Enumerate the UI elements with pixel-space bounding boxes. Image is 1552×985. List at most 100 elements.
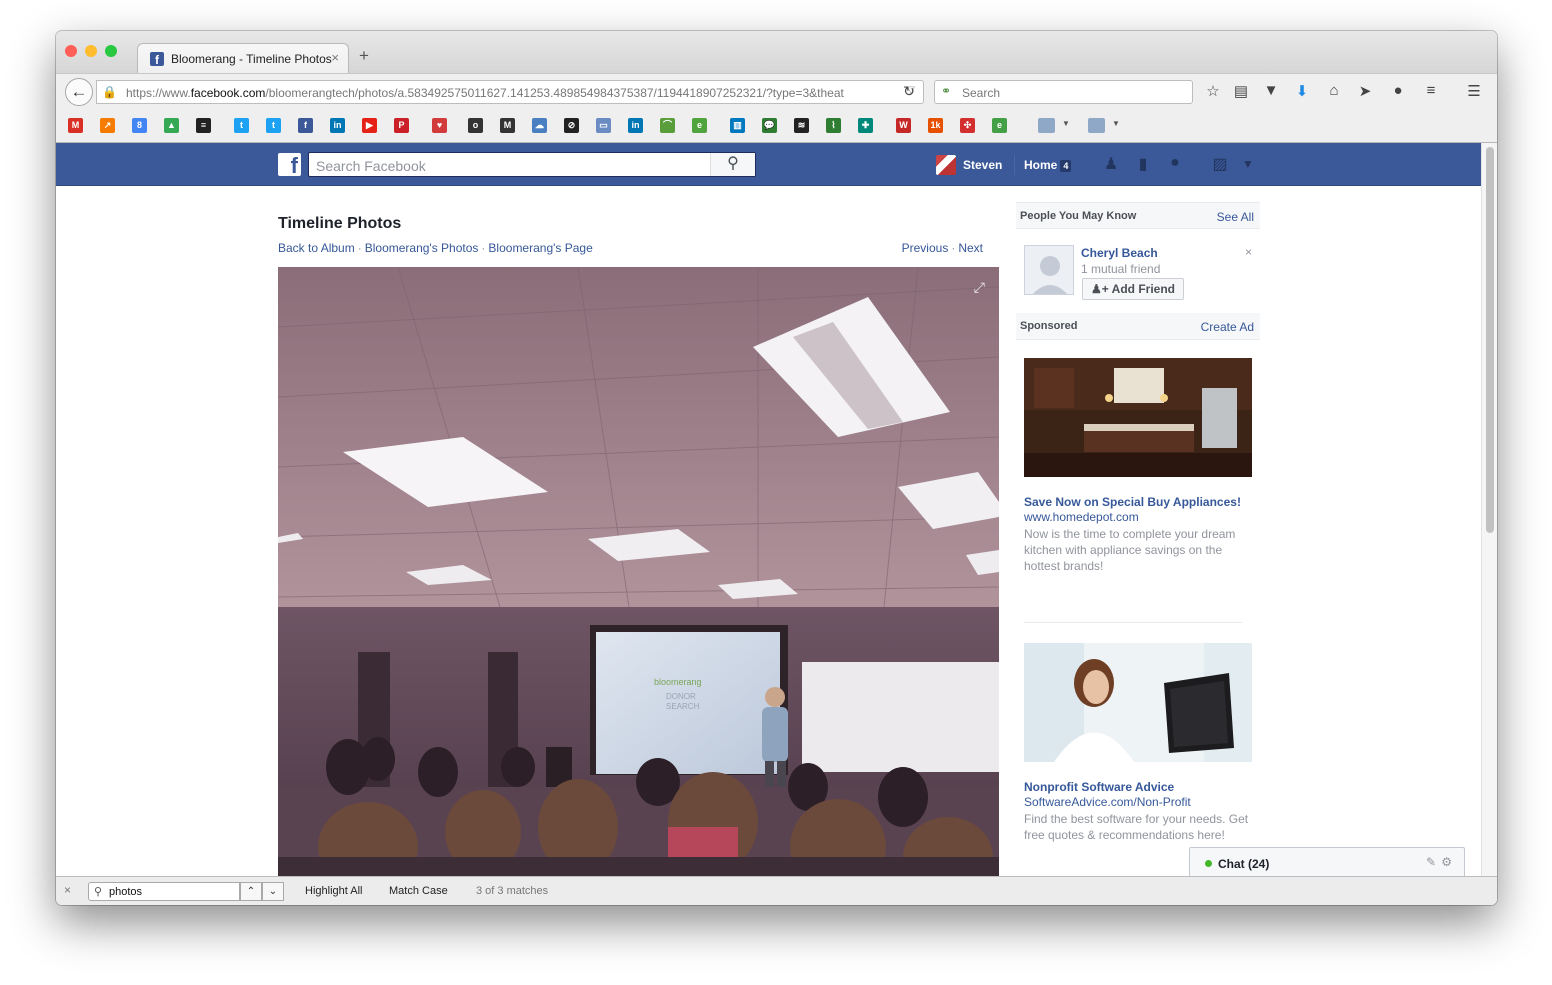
twitter-icon[interactable]: t — [234, 118, 249, 133]
gear-icon[interactable]: ⚙ — [1441, 855, 1452, 869]
dismiss-suggestion-icon[interactable]: × — [1245, 245, 1252, 259]
pocket-icon[interactable]: ▼ — [1260, 82, 1282, 99]
evernote-icon[interactable]: e — [692, 118, 707, 133]
suggested-person: Cheryl Beach 1 mutual friend × ♟+ Add Fr… — [1024, 245, 1258, 301]
youtube-icon[interactable]: ▶ — [362, 118, 377, 133]
find-next-button[interactable]: ⌄ — [262, 882, 284, 901]
reader-list-icon[interactable]: ▤ — [1230, 82, 1252, 100]
window-icon[interactable]: ▭ — [596, 118, 611, 133]
photos-link[interactable]: Bloomerang's Photos — [365, 241, 479, 255]
linkedin-icon[interactable]: in — [628, 118, 643, 133]
chart-icon[interactable]: ↗ — [100, 118, 115, 133]
bookmark-star-icon[interactable]: ☆ — [1202, 82, 1224, 100]
w-icon[interactable]: W — [896, 118, 911, 133]
minimize-window-button[interactable] — [85, 45, 97, 57]
page-scrollbar[interactable] — [1481, 143, 1497, 876]
privacy-shortcuts-icon[interactable]: ▨ — [1208, 154, 1232, 176]
tool-icon[interactable]: ✚ — [858, 118, 873, 133]
person-name[interactable]: Cheryl Beach — [1081, 246, 1158, 260]
trello-icon[interactable]: ▥ — [730, 118, 745, 133]
facebook-search-input[interactable]: Search Facebook ⚲ — [308, 152, 756, 177]
cloud-icon[interactable]: ☁ — [532, 118, 547, 133]
back-to-album-link[interactable]: Back to Album — [278, 241, 355, 255]
add-friend-button[interactable]: ♟+ Add Friend — [1082, 278, 1184, 300]
highlight-all-button[interactable]: Highlight All — [305, 885, 362, 897]
new-message-icon[interactable]: ✎ — [1426, 855, 1436, 869]
folder-icon[interactable] — [1038, 118, 1055, 133]
facebook-icon[interactable]: f — [298, 118, 313, 133]
puzzle-icon[interactable]: ✣ — [960, 118, 975, 133]
notifications-globe-icon[interactable]: ● — [1163, 154, 1187, 176]
pinterest-icon[interactable]: P — [394, 118, 409, 133]
folder-icon[interactable] — [1088, 118, 1105, 133]
home-link[interactable]: Home 4 — [1014, 155, 1072, 175]
match-case-button[interactable]: Match Case — [389, 885, 448, 897]
woman-at-computer-photo — [1024, 643, 1252, 762]
account-menu-chevron-icon[interactable]: ▼ — [1236, 157, 1260, 179]
profile-picture-placeholder[interactable] — [1024, 245, 1074, 295]
back-button[interactable]: ← — [65, 78, 93, 106]
url-bar[interactable]: 🔒 https://www.facebook.com/bloomerangtec… — [96, 80, 924, 104]
fullscreen-expand-icon[interactable]: ⤢ — [974, 279, 985, 296]
hamburger-menu-icon[interactable]: ☰ — [1463, 82, 1485, 100]
lock-icon: 🔒 — [102, 85, 117, 99]
ad-site[interactable]: www.homedepot.com — [1024, 510, 1139, 524]
calendar-icon[interactable]: 8 — [132, 118, 147, 133]
buffer-icon[interactable]: ≡ — [1420, 82, 1442, 99]
close-find-bar-icon[interactable]: × — [64, 883, 71, 897]
see-all-link[interactable]: See All — [1217, 210, 1254, 224]
hootsuite-icon[interactable]: o — [468, 118, 483, 133]
home-icon[interactable]: ⌂ — [1323, 82, 1345, 99]
heart-icon[interactable]: ♥ — [432, 118, 447, 133]
reload-button[interactable]: ↻ — [896, 79, 922, 103]
facebook-header: f Search Facebook ⚲ Steven Home 4 ♟ ▮ ● ▨… — [56, 143, 1481, 186]
analytics-icon[interactable]: ⌒ — [660, 118, 675, 133]
find-input[interactable]: ⚲ photos — [88, 882, 240, 901]
close-window-button[interactable] — [65, 45, 77, 57]
search-icon[interactable]: ⚲ — [710, 153, 755, 176]
timeline-photo[interactable]: bloomerang DONOR SEARCH ⤢ — [278, 267, 999, 876]
linkedin-icon[interactable]: in — [330, 118, 345, 133]
download-icon[interactable]: ⬇ — [1291, 82, 1313, 100]
browser-search-input[interactable]: ⚭ Search — [934, 80, 1193, 104]
mutual-friends[interactable]: 1 mutual friend — [1081, 262, 1160, 276]
kplus-icon[interactable]: 1k — [928, 118, 943, 133]
buffer-icon[interactable]: ≡ — [196, 118, 211, 133]
ad-image-woman-computer[interactable] — [1024, 643, 1252, 762]
gmail-icon[interactable]: M — [68, 118, 83, 133]
ad-image-kitchen[interactable] — [1024, 358, 1252, 477]
create-ad-link[interactable]: Create Ad — [1201, 320, 1254, 334]
next-link[interactable]: Next — [958, 241, 983, 255]
chat-bubble-icon[interactable]: 💬 — [762, 118, 777, 133]
mail-icon[interactable]: M — [500, 118, 515, 133]
leaf-icon[interactable]: ⌇ — [826, 118, 841, 133]
ad-site[interactable]: SoftwareAdvice.com/Non-Profit — [1024, 795, 1191, 809]
messages-icon[interactable]: ▮ — [1131, 154, 1155, 176]
chat-icon[interactable]: ● — [1387, 82, 1409, 99]
drive-icon[interactable]: ▲ — [164, 118, 179, 133]
ad-headline[interactable]: Save Now on Special Buy Appliances! — [1024, 495, 1241, 509]
chevron-down-icon[interactable]: ▼ — [1112, 119, 1120, 128]
tab-close-button[interactable]: × — [331, 50, 339, 65]
home-count-badge: 4 — [1060, 160, 1072, 172]
zoom-window-button[interactable] — [105, 45, 117, 57]
browser-tab[interactable]: f Bloomerang - Timeline Photos × — [137, 43, 349, 74]
classroom-photo: bloomerang DONOR SEARCH — [278, 267, 999, 876]
evernote-icon[interactable]: e — [992, 118, 1007, 133]
new-tab-button[interactable]: + — [359, 46, 369, 66]
chevron-down-icon[interactable]: ▼ — [1062, 119, 1070, 128]
send-icon[interactable]: ➤ — [1354, 82, 1376, 100]
twitter-icon[interactable]: t — [266, 118, 281, 133]
page-link[interactable]: Bloomerang's Page — [488, 241, 592, 255]
chat-tab[interactable]: Chat (24) ✎ ⚙ — [1189, 847, 1465, 877]
facebook-favicon-icon: f — [150, 52, 164, 67]
ad-headline[interactable]: Nonprofit Software Advice — [1024, 780, 1174, 794]
find-previous-button[interactable]: ⌃ — [240, 882, 262, 901]
friend-requests-icon[interactable]: ♟ — [1099, 154, 1123, 176]
previous-link[interactable]: Previous — [902, 241, 949, 255]
speed-icon[interactable]: ⊘ — [564, 118, 579, 133]
wifi-icon[interactable]: ≋ — [794, 118, 809, 133]
nav-bar: ← 🔒 https://www.facebook.com/bloomerangt… — [56, 73, 1497, 109]
facebook-logo-icon[interactable]: f — [278, 153, 301, 176]
scrollbar-thumb[interactable] — [1486, 147, 1494, 533]
